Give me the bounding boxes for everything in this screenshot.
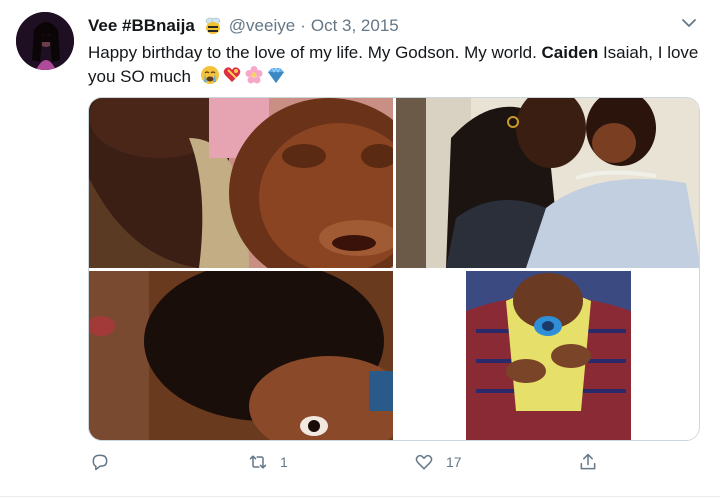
tweet-text-bold: Caiden	[541, 43, 599, 62]
photo-1[interactable]	[89, 98, 393, 268]
retweet-icon	[249, 455, 267, 469]
photo-3[interactable]	[89, 271, 393, 440]
tweet[interactable]: Vee #BBnaija @veeiye · Oct 3, 2015 Happy…	[0, 0, 720, 497]
cherry-blossom-icon	[245, 66, 263, 84]
like-button[interactable]: 17	[414, 452, 462, 472]
gem-stone-icon	[267, 67, 284, 83]
like-count: 17	[446, 454, 462, 470]
emoji-group	[200, 65, 286, 85]
tweet-header: Vee #BBnaija @veeiye · Oct 3, 2015	[88, 14, 700, 38]
media-grid	[88, 97, 700, 441]
chevron-down-icon[interactable]	[680, 14, 698, 32]
bee-icon	[203, 16, 223, 36]
tweet-text-part: Happy birthday to the love of my life. M…	[88, 43, 542, 62]
avatar[interactable]	[16, 12, 74, 70]
reply-button[interactable]	[90, 452, 122, 472]
share-icon	[580, 453, 596, 470]
separator: ·	[300, 16, 306, 35]
heart-icon	[415, 454, 433, 470]
retweet-button[interactable]: 1	[248, 452, 288, 472]
photo-2[interactable]	[396, 98, 699, 268]
user-handle[interactable]: @veeiye	[229, 16, 295, 36]
retweet-count: 1	[280, 454, 288, 470]
heart-with-ribbon-icon	[223, 67, 241, 82]
share-button[interactable]	[578, 452, 598, 472]
action-bar: 1 17	[88, 452, 700, 480]
photo-4[interactable]	[396, 271, 699, 440]
display-name[interactable]: Vee #BBnaija	[88, 16, 195, 36]
tweet-date[interactable]: Oct 3, 2015	[311, 16, 399, 36]
tweet-text: Happy birthday to the love of my life. M…	[88, 41, 700, 89]
crying-face-icon	[200, 66, 219, 84]
reply-icon	[92, 454, 108, 471]
